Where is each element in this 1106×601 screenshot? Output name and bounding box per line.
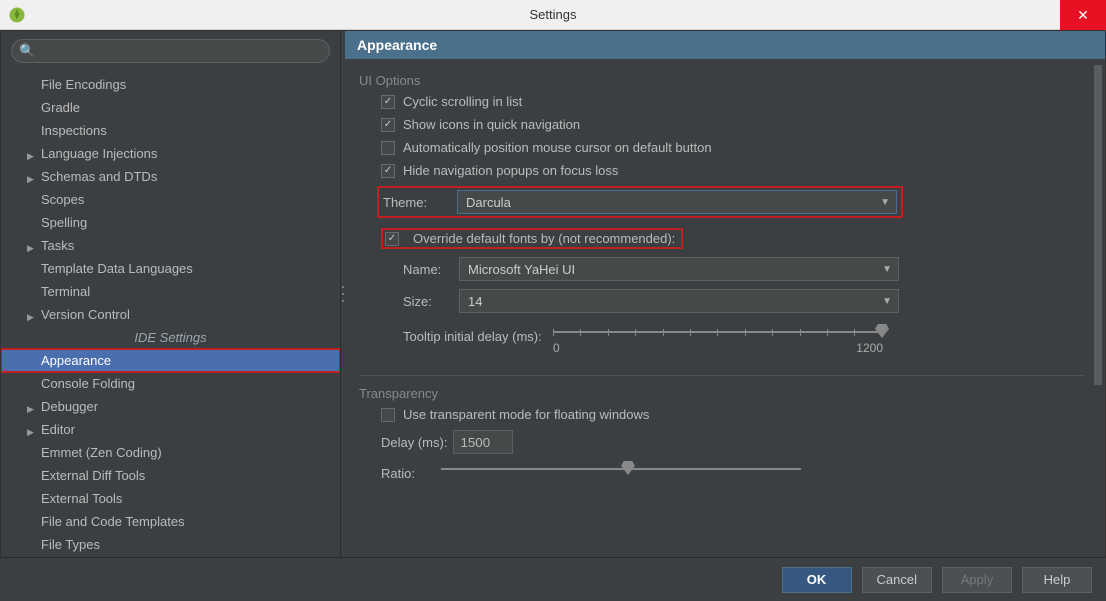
checkbox-icon bbox=[381, 164, 395, 178]
checkbox-icon bbox=[381, 141, 395, 155]
tooltip-delay-label: Tooltip initial delay (ms): bbox=[403, 323, 553, 344]
checkbox-icon bbox=[381, 408, 395, 422]
sidebar-item[interactable]: File Types bbox=[1, 533, 340, 556]
settings-tree: File Encodings Gradle Inspections Langua… bbox=[1, 71, 340, 557]
group-label-transparency: Transparency bbox=[359, 386, 1085, 401]
checkbox-label: Cyclic scrolling in list bbox=[403, 94, 522, 109]
font-name-combobox[interactable]: Microsoft YaHei UI ▼ bbox=[459, 257, 899, 281]
help-button[interactable]: Help bbox=[1022, 567, 1092, 593]
sidebar-item[interactable]: Editor bbox=[1, 418, 340, 441]
chevron-down-icon: ▼ bbox=[880, 197, 890, 208]
close-button[interactable]: ✕ bbox=[1060, 0, 1106, 30]
dialog-footer: OK Cancel Apply Help bbox=[0, 557, 1106, 601]
cancel-button[interactable]: Cancel bbox=[862, 567, 932, 593]
sidebar-item[interactable]: General bbox=[1, 556, 340, 557]
slider-max-label: 1200 bbox=[856, 341, 883, 355]
sidebar-item[interactable]: Language Injections bbox=[1, 142, 340, 165]
chevron-down-icon: ▼ bbox=[882, 264, 892, 275]
sidebar-item[interactable]: Emmet (Zen Coding) bbox=[1, 441, 340, 464]
scrollbar[interactable] bbox=[1094, 65, 1102, 551]
sidebar: 🔍 File Encodings Gradle Inspections Lang… bbox=[1, 31, 341, 557]
main-panel: Appearance UI Options Cyclic scrolling i… bbox=[345, 31, 1105, 557]
override-fonts-label: Override default fonts by (not recommend… bbox=[413, 231, 675, 246]
sidebar-item[interactable]: File and Code Templates bbox=[1, 510, 340, 533]
theme-combobox[interactable]: Darcula ▼ bbox=[457, 190, 897, 214]
use-transparent-checkbox-row[interactable]: Use transparent mode for floating window… bbox=[381, 407, 1085, 422]
sidebar-item[interactable]: Console Folding bbox=[1, 372, 340, 395]
sidebar-item[interactable]: Tasks bbox=[1, 234, 340, 257]
window-title: Settings bbox=[530, 7, 577, 22]
sidebar-item[interactable]: Scopes bbox=[1, 188, 340, 211]
sidebar-item[interactable]: Template Data Languages bbox=[1, 257, 340, 280]
sidebar-item[interactable]: Spelling bbox=[1, 211, 340, 234]
font-size-combobox[interactable]: 14 ▼ bbox=[459, 289, 899, 313]
font-name-value: Microsoft YaHei UI bbox=[468, 262, 575, 277]
checkbox-label: Automatically position mouse cursor on d… bbox=[403, 140, 712, 155]
sidebar-item[interactable]: Schemas and DTDs bbox=[1, 165, 340, 188]
page-title: Appearance bbox=[345, 31, 1105, 59]
sidebar-item[interactable]: Version Control bbox=[1, 303, 340, 326]
font-size-value: 14 bbox=[468, 294, 482, 309]
checkbox-label: Show icons in quick navigation bbox=[403, 117, 580, 132]
theme-label: Theme: bbox=[383, 195, 457, 210]
checkbox-label: Hide navigation popups on focus loss bbox=[403, 163, 618, 178]
hide-nav-popups-checkbox-row[interactable]: Hide navigation popups on focus loss bbox=[381, 163, 1085, 178]
sidebar-item[interactable]: External Diff Tools bbox=[1, 464, 340, 487]
ok-button[interactable]: OK bbox=[782, 567, 852, 593]
sidebar-item[interactable]: Terminal bbox=[1, 280, 340, 303]
search-icon: 🔍 bbox=[19, 43, 35, 59]
override-fonts-checkbox[interactable] bbox=[385, 232, 399, 246]
cyclic-scrolling-checkbox-row[interactable]: Cyclic scrolling in list bbox=[381, 94, 1085, 109]
font-name-label: Name: bbox=[403, 262, 459, 277]
separator bbox=[359, 375, 1085, 376]
apply-button[interactable]: Apply bbox=[942, 567, 1012, 593]
sidebar-section-header: IDE Settings bbox=[1, 326, 340, 349]
chevron-down-icon: ▼ bbox=[882, 296, 892, 307]
delay-input[interactable] bbox=[453, 430, 513, 454]
delay-label: Delay (ms): bbox=[381, 435, 447, 450]
auto-position-mouse-checkbox-row[interactable]: Automatically position mouse cursor on d… bbox=[381, 140, 1085, 155]
sidebar-item[interactable]: External Tools bbox=[1, 487, 340, 510]
search-input[interactable] bbox=[11, 39, 330, 63]
group-label-ui-options: UI Options bbox=[359, 73, 1085, 88]
ratio-slider[interactable] bbox=[441, 460, 801, 500]
checkbox-icon bbox=[381, 118, 395, 132]
font-size-label: Size: bbox=[403, 294, 459, 309]
ratio-label: Ratio: bbox=[381, 460, 441, 481]
theme-value: Darcula bbox=[466, 195, 511, 210]
slider-min-label: 0 bbox=[553, 341, 560, 355]
sidebar-item-appearance[interactable]: Appearance bbox=[1, 349, 340, 372]
titlebar: Settings ✕ bbox=[0, 0, 1106, 30]
sidebar-item[interactable]: Gradle bbox=[1, 96, 340, 119]
checkbox-label: Use transparent mode for floating window… bbox=[403, 407, 649, 422]
app-icon bbox=[8, 6, 26, 24]
checkbox-icon bbox=[381, 95, 395, 109]
sidebar-item[interactable]: File Encodings bbox=[1, 73, 340, 96]
show-icons-checkbox-row[interactable]: Show icons in quick navigation bbox=[381, 117, 1085, 132]
sidebar-item[interactable]: Debugger bbox=[1, 395, 340, 418]
sidebar-item[interactable]: Inspections bbox=[1, 119, 340, 142]
tooltip-delay-slider[interactable]: 0 1200 bbox=[553, 323, 883, 363]
slider-thumb-icon bbox=[621, 461, 635, 475]
